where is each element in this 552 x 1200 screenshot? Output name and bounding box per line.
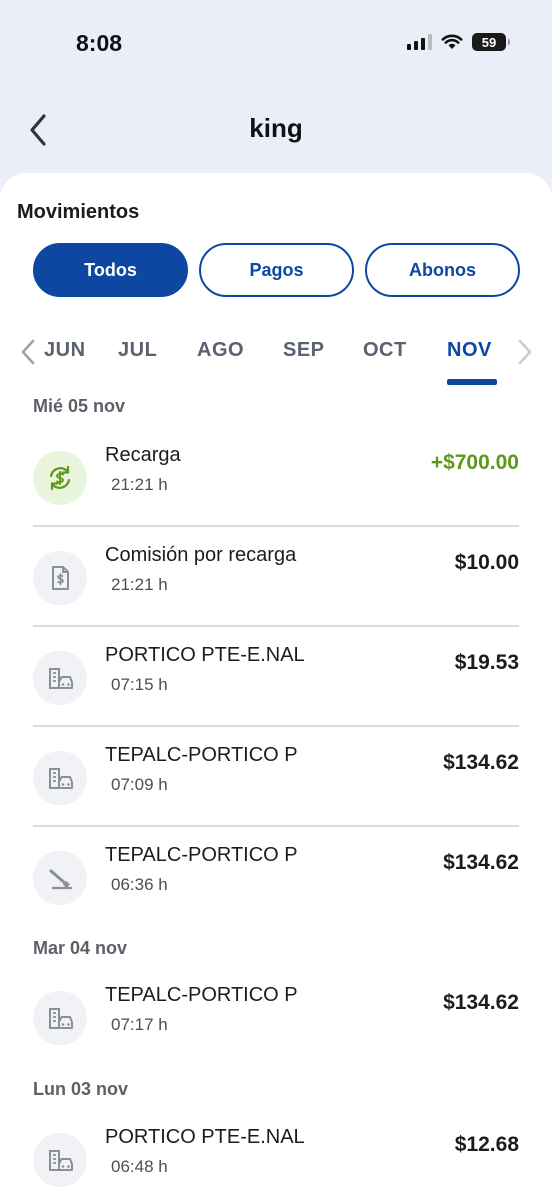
transaction-amount: $134.62 <box>443 751 519 774</box>
toll-booth-icon <box>33 751 87 805</box>
transaction-row[interactable]: Recarga 21:21 h +$700.00 <box>33 427 519 527</box>
status-bar: 8:08 59 <box>0 0 552 90</box>
transaction-amount: $19.53 <box>454 651 519 674</box>
section-title: Movimientos <box>17 201 140 223</box>
transaction-name: TEPALC-PORTICO P <box>105 844 298 866</box>
transaction-amount: $134.62 <box>443 851 519 874</box>
toll-booth-icon <box>33 651 87 705</box>
transaction-time: 21:21 h <box>111 575 168 594</box>
transaction-amount: +$700.00 <box>430 451 519 474</box>
transaction-name: PORTICO PTE-E.NAL <box>105 1126 305 1148</box>
transaction-row[interactable]: TEPALC-PORTICO P 07:17 h $134.62 <box>33 967 519 1067</box>
status-icons: 59 <box>407 33 510 51</box>
transaction-amount: $134.62 <box>443 991 519 1014</box>
transaction-amount: $10.00 <box>454 551 519 574</box>
navigation-bar: king <box>0 100 552 160</box>
battery-icon: 59 <box>472 33 510 51</box>
month-tab-jun[interactable]: JUN <box>44 339 86 362</box>
date-header: Lun 03 nov <box>33 1079 129 1099</box>
month-tab-nov[interactable]: NOV <box>447 339 492 362</box>
transaction-name: Comisión por recarga <box>105 544 297 566</box>
transaction-time: 07:09 h <box>111 775 168 794</box>
transaction-amount: $12.68 <box>454 1133 519 1156</box>
month-selector: JUN JUL AGO SEP OCT NOV <box>0 333 552 389</box>
chevron-left-icon <box>21 339 35 365</box>
month-tab-jul[interactable]: JUL <box>118 339 157 362</box>
transaction-row[interactable]: PORTICO PTE-E.NAL 06:48 h $12.68 <box>33 1109 519 1200</box>
cellular-signal-icon <box>407 34 432 50</box>
transaction-name: Recarga <box>105 444 181 466</box>
filter-pagos-button[interactable]: Pagos <box>199 243 354 297</box>
month-prev-button[interactable] <box>18 337 38 367</box>
month-tab-sep[interactable]: SEP <box>283 339 325 362</box>
movements-card: Movimientos Todos Pagos Abonos JUN JUL A… <box>0 173 552 1200</box>
recharge-icon <box>33 451 87 505</box>
filter-abonos-button[interactable]: Abonos <box>365 243 520 297</box>
transaction-row[interactable]: TEPALC-PORTICO P 06:36 h $134.62 <box>33 827 519 927</box>
month-tab-oct[interactable]: OCT <box>363 339 407 362</box>
transaction-row[interactable]: Comisión por recarga 21:21 h $10.00 <box>33 527 519 627</box>
transaction-row[interactable]: TEPALC-PORTICO P 07:09 h $134.62 <box>33 727 519 827</box>
wifi-icon <box>441 34 463 49</box>
month-next-button[interactable] <box>515 337 535 367</box>
date-header: Mar 04 nov <box>33 938 128 958</box>
status-time: 8:08 <box>76 30 123 56</box>
toll-booth-icon <box>33 1133 87 1187</box>
filter-todos-button[interactable]: Todos <box>33 243 188 297</box>
transaction-row[interactable]: PORTICO PTE-E.NAL 07:15 h $19.53 <box>33 627 519 727</box>
barrier-gate-icon <box>33 851 87 905</box>
page-title: king <box>249 113 303 143</box>
filter-tabs: Todos Pagos Abonos <box>33 243 520 297</box>
transaction-time: 07:15 h <box>111 675 168 694</box>
transaction-time: 06:36 h <box>111 875 168 894</box>
transaction-name: TEPALC-PORTICO P <box>105 744 298 766</box>
chevron-right-icon <box>518 339 532 365</box>
month-tab-ago[interactable]: AGO <box>197 339 244 362</box>
transaction-time: 07:17 h <box>111 1015 168 1034</box>
receipt-icon <box>33 551 87 605</box>
transaction-time: 21:21 h <box>111 475 168 494</box>
date-header: Mié 05 nov <box>33 396 126 416</box>
battery-level: 59 <box>481 34 497 50</box>
transaction-name: TEPALC-PORTICO P <box>105 984 298 1006</box>
toll-booth-icon <box>33 991 87 1045</box>
active-month-indicator <box>447 379 497 385</box>
transaction-time: 06:48 h <box>111 1157 168 1176</box>
transaction-name: PORTICO PTE-E.NAL <box>105 644 305 666</box>
